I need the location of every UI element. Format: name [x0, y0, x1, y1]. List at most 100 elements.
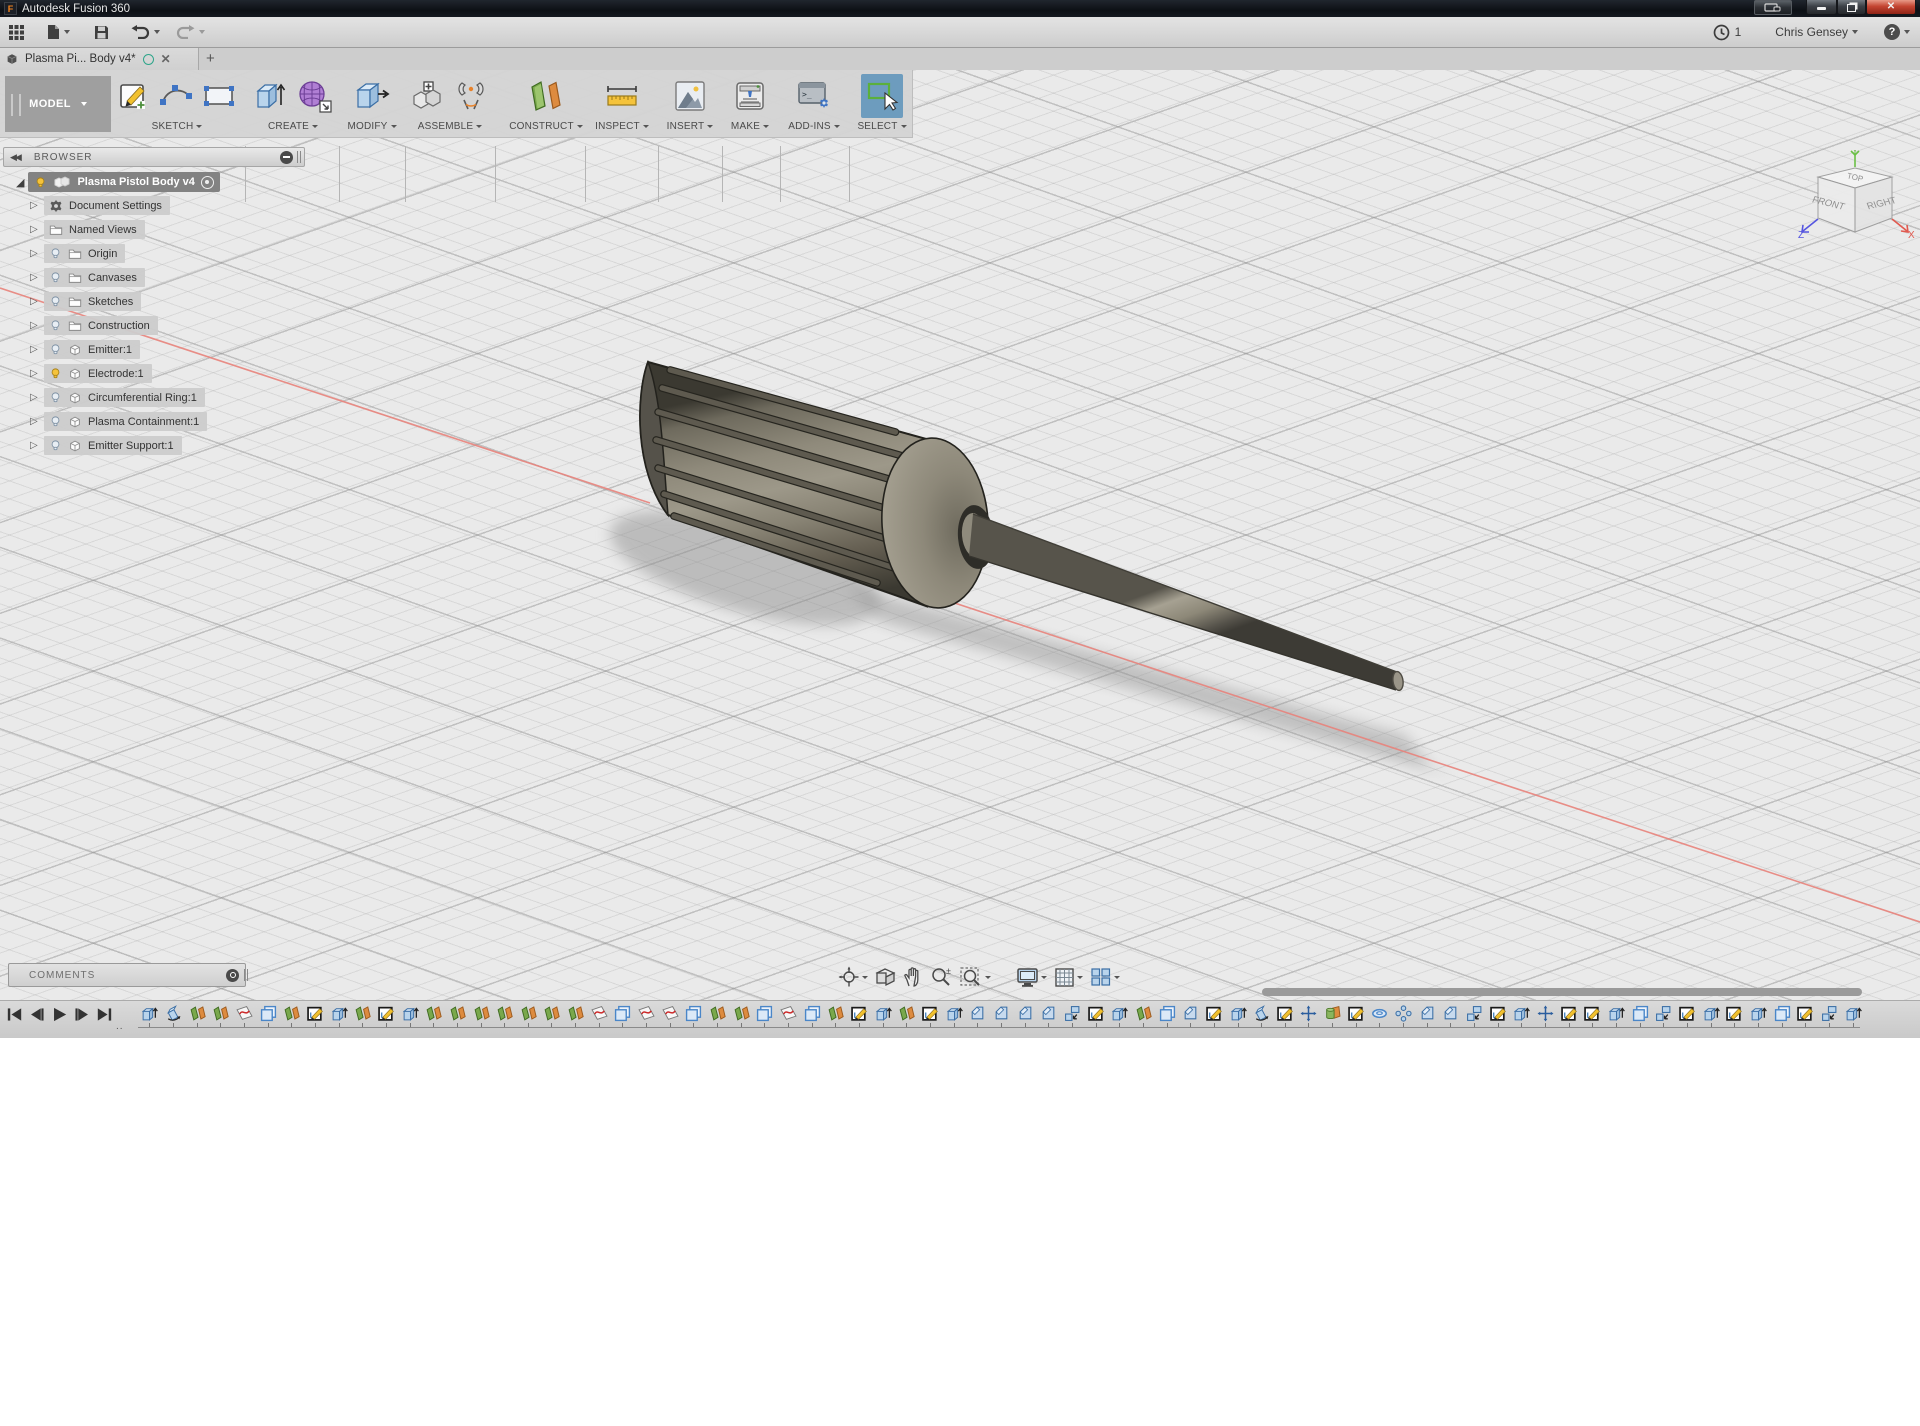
- timeline-feature[interactable]: [1510, 1005, 1534, 1028]
- make-menu[interactable]: MAKE: [731, 121, 769, 132]
- timeline-feature[interactable]: [1013, 1005, 1037, 1028]
- timeline-feature[interactable]: [1344, 1005, 1368, 1028]
- restore-button[interactable]: [1837, 0, 1866, 15]
- timeline-feature[interactable]: [1628, 1005, 1652, 1028]
- go-to-start-button[interactable]: [6, 1006, 23, 1023]
- row-label[interactable]: Canvases: [88, 272, 137, 284]
- undo-caret[interactable]: [154, 30, 160, 34]
- zoom-button[interactable]: ±: [930, 966, 952, 988]
- timeline-feature[interactable]: [256, 1005, 280, 1028]
- row-expand-icon[interactable]: ▷: [30, 440, 44, 451]
- browser-tree-row[interactable]: ▷ Construction: [30, 316, 207, 335]
- timeline-feature[interactable]: [375, 1005, 399, 1028]
- visibility-bulb-icon[interactable]: [49, 343, 62, 356]
- go-to-end-button[interactable]: [96, 1006, 113, 1023]
- timeline-feature[interactable]: [587, 1005, 611, 1028]
- timeline-feature[interactable]: [1155, 1005, 1179, 1028]
- step-back-button[interactable]: [28, 1006, 45, 1023]
- visibility-bulb-icon[interactable]: [49, 295, 62, 308]
- browser-tree-row[interactable]: ▷ Emitter:1: [30, 340, 207, 359]
- display-settings-button[interactable]: [1016, 967, 1047, 988]
- row-label[interactable]: Emitter Support:1: [88, 440, 174, 452]
- timeline-feature[interactable]: [517, 1005, 541, 1028]
- row-expand-icon[interactable]: ▷: [30, 200, 44, 211]
- grid-caret[interactable]: [1077, 976, 1083, 979]
- create-sketch-icon[interactable]: [119, 81, 149, 111]
- browser-collapse-icon[interactable]: ◀◀: [10, 152, 20, 163]
- timeline-feature[interactable]: [658, 1005, 682, 1028]
- timeline-feature[interactable]: [1747, 1005, 1771, 1028]
- row-expand-icon[interactable]: ▷: [30, 344, 44, 355]
- timeline-feature[interactable]: [564, 1005, 588, 1028]
- activate-component-radio[interactable]: [201, 176, 214, 189]
- row-label[interactable]: Construction: [88, 320, 150, 332]
- timeline-feature[interactable]: [1108, 1005, 1132, 1028]
- close-button[interactable]: ✕: [1866, 0, 1916, 15]
- timeline-feature[interactable]: [1581, 1005, 1605, 1028]
- browser-tree-row[interactable]: ▷ Canvases: [30, 268, 207, 287]
- timeline-feature[interactable]: [185, 1005, 209, 1028]
- view-cube[interactable]: TOP FRONT RIGHT Y Z X: [1795, 150, 1915, 260]
- 3d-print-icon[interactable]: [734, 80, 766, 112]
- fit-button[interactable]: [959, 966, 991, 988]
- timeline-feature[interactable]: [990, 1005, 1014, 1028]
- save-button[interactable]: [94, 25, 109, 40]
- timeline-feature[interactable]: [611, 1005, 635, 1028]
- comments-grip[interactable]: [244, 969, 248, 981]
- row-label[interactable]: Electrode:1: [88, 368, 144, 380]
- visibility-bulb-icon[interactable]: [49, 367, 62, 380]
- joint-icon[interactable]: [454, 80, 488, 112]
- press-pull-icon[interactable]: [354, 80, 390, 112]
- construction-plane-icon[interactable]: [528, 79, 564, 113]
- comments-expand-icon[interactable]: [226, 969, 239, 982]
- sketch-menu[interactable]: SKETCH: [152, 121, 203, 132]
- create-menu[interactable]: CREATE: [268, 121, 318, 132]
- model-body[interactable]: [640, 362, 1404, 691]
- timeline-feature[interactable]: [1061, 1005, 1085, 1028]
- timeline-feature[interactable]: [729, 1005, 753, 1028]
- timeline-feature[interactable]: [753, 1005, 777, 1028]
- browser-root-row[interactable]: ◢ Plasma Pistol Body v4: [16, 172, 220, 192]
- row-expand-icon[interactable]: ▷: [30, 248, 44, 259]
- timeline-feature[interactable]: [1037, 1005, 1061, 1028]
- browser-tree-row[interactable]: ▷ Emitter Support:1: [30, 436, 207, 455]
- timeline-feature[interactable]: [540, 1005, 564, 1028]
- timeline-feature[interactable]: [635, 1005, 659, 1028]
- browser-tree-row[interactable]: ▷ Circumferential Ring:1: [30, 388, 207, 407]
- 3d-viewport[interactable]: TOP FRONT RIGHT Y Z X: [0, 70, 1920, 1000]
- timeline-feature[interactable]: [824, 1005, 848, 1028]
- browser-tree-row[interactable]: ▷ Electrode:1: [30, 364, 207, 383]
- select-menu[interactable]: SELECT: [857, 121, 906, 132]
- timeline-feature[interactable]: [1676, 1005, 1700, 1028]
- visibility-bulb-icon[interactable]: [49, 247, 62, 260]
- root-visibility-bulb-icon[interactable]: [34, 176, 47, 189]
- timeline-feature[interactable]: [1132, 1005, 1156, 1028]
- visibility-bulb-icon[interactable]: [49, 439, 62, 452]
- assemble-menu[interactable]: ASSEMBLE: [418, 121, 483, 132]
- timeline-feature[interactable]: [800, 1005, 824, 1028]
- comments-bar[interactable]: COMMENTS: [8, 963, 246, 987]
- visibility-bulb-icon[interactable]: [49, 319, 62, 332]
- browser-minimize-icon[interactable]: [280, 151, 293, 164]
- browser-grip[interactable]: [297, 151, 301, 163]
- spline-tool-icon[interactable]: [159, 82, 193, 110]
- timeline-feature[interactable]: [209, 1005, 233, 1028]
- insert-menu[interactable]: INSERT: [667, 121, 714, 132]
- grid-snap-button[interactable]: [1054, 967, 1083, 988]
- timeline-feature[interactable]: [919, 1005, 943, 1028]
- timeline-feature[interactable]: [1321, 1005, 1345, 1028]
- timeline-feature[interactable]: [1534, 1005, 1558, 1028]
- row-expand-icon[interactable]: ▷: [30, 392, 44, 403]
- play-button[interactable]: [50, 1006, 69, 1023]
- timeline-feature[interactable]: [1392, 1005, 1416, 1028]
- visibility-bulb-icon[interactable]: [49, 415, 62, 428]
- redo-caret[interactable]: [199, 30, 205, 34]
- timeline-feature[interactable]: [1297, 1005, 1321, 1028]
- timeline-feature[interactable]: [162, 1005, 186, 1028]
- inspect-menu[interactable]: INSPECT: [595, 121, 649, 132]
- new-component-icon[interactable]: [412, 80, 444, 112]
- timeline-feature[interactable]: [1699, 1005, 1723, 1028]
- row-label[interactable]: Document Settings: [69, 200, 162, 212]
- look-at-button[interactable]: [875, 967, 896, 987]
- timeline-feature[interactable]: [1226, 1005, 1250, 1028]
